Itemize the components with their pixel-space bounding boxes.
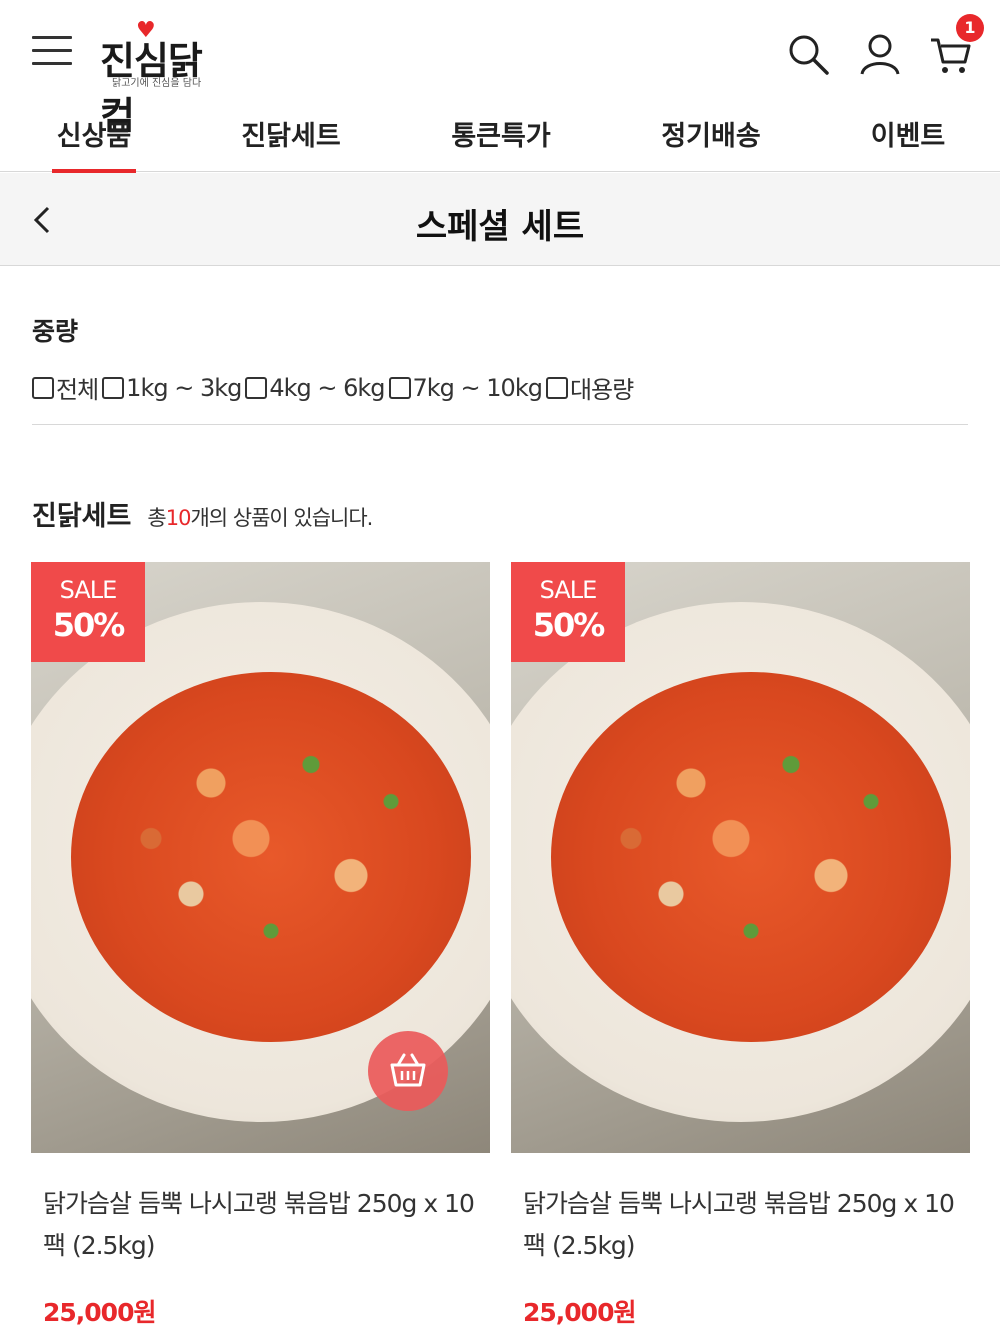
count-prefix: 총 — [147, 506, 166, 530]
filter-option-7-10kg[interactable]: 7kg ~ 10kg — [388, 373, 543, 402]
product-price: 25,000원 — [523, 1298, 636, 1327]
product-card[interactable]: SALE 50% 닭가슴살 듬뿍 나시고랭 볶음밥 250g x 10팩 (2.… — [31, 562, 490, 1329]
cart-count-badge: 1 — [956, 14, 984, 42]
tab-new-products[interactable]: 신상품 — [52, 114, 136, 173]
sale-badge: SALE 50% — [511, 562, 625, 662]
logo-tagline: 닭고기에 진심을 담다 — [112, 78, 202, 89]
product-name[interactable]: 닭가슴살 듬뿍 나시고랭 볶음밥 250g x 10팩 (2.5kg) — [31, 1183, 490, 1267]
cart-icon[interactable]: 1 — [928, 14, 984, 76]
category-nav: 신상품 진닭세트 통큰특가 정기배송 이벤트 — [0, 100, 1000, 173]
product-image[interactable]: SALE 50% — [31, 562, 490, 1153]
logo[interactable]: ♥ 진심닭컴 닭고기에 진심을 담다 — [100, 18, 230, 138]
sale-badge: SALE 50% — [31, 562, 145, 662]
product-image[interactable]: SALE 50% — [511, 562, 970, 1153]
product-name[interactable]: 닭가슴살 듬뿍 나시고랭 볶음밥 250g x 10팩 (2.5kg) — [511, 1183, 970, 1267]
product-count-text: 총10개의 상품이 있습니다. — [147, 502, 373, 532]
weight-filter-title: 중량 — [32, 317, 79, 346]
tab-event[interactable]: 이벤트 — [864, 114, 952, 172]
search-icon[interactable] — [786, 32, 830, 76]
filter-option-label: 4kg ~ 6kg — [269, 373, 385, 402]
tab-big-deal[interactable]: 통큰특가 — [446, 114, 556, 172]
sale-percent: 50% — [532, 606, 606, 644]
page-title: 스페셜 세트 — [415, 207, 585, 247]
checkbox[interactable] — [545, 376, 568, 399]
checkbox[interactable] — [388, 376, 411, 399]
filter-option-label: 1kg ~ 3kg — [126, 373, 242, 402]
filter-option-label: 대용량 — [569, 376, 634, 404]
filter-option-4-6kg[interactable]: 4kg ~ 6kg — [245, 373, 386, 402]
sale-percent: 50% — [52, 606, 126, 644]
count-suffix: 개의 상품이 있습니다. — [190, 506, 373, 530]
section-header: 진닭세트 총10개의 상품이 있습니다. — [32, 494, 373, 533]
tab-jindak-set[interactable]: 진닭세트 — [236, 114, 346, 172]
product-card[interactable]: SALE 50% 닭가슴살 듬뿍 나시고랭 볶음밥 250g x 10팩 (2.… — [511, 562, 970, 1329]
count-number: 10 — [165, 506, 192, 530]
filter-option-label: 7kg ~ 10kg — [412, 373, 543, 402]
filter-option-all[interactable]: 전체 — [32, 370, 99, 405]
filter-option-bulk[interactable]: 대용량 — [545, 370, 634, 405]
page-title-bar: 스페셜 세트 — [0, 173, 1000, 266]
sale-label: SALE — [59, 576, 118, 604]
filter-option-label: 전체 — [56, 376, 99, 404]
checkbox[interactable] — [102, 376, 125, 399]
checkbox[interactable] — [245, 376, 268, 399]
filter-option-1-3kg[interactable]: 1kg ~ 3kg — [102, 373, 242, 402]
add-to-cart-basket-icon[interactable] — [368, 1031, 448, 1111]
section-title: 진닭세트 — [32, 501, 132, 532]
weight-filter-options: 전체 1kg ~ 3kg 4kg ~ 6kg 7kg ~ 10kg 대용량 — [32, 370, 637, 405]
checkbox[interactable] — [32, 376, 54, 399]
sale-label: SALE — [539, 576, 598, 604]
product-price: 25,000원 — [43, 1298, 156, 1327]
divider — [32, 424, 968, 425]
tab-subscription[interactable]: 정기배송 — [656, 114, 766, 172]
user-icon[interactable] — [858, 32, 902, 76]
hamburger-menu-icon[interactable] — [32, 36, 72, 68]
header: ♥ 진심닭컴 닭고기에 진심을 담다 1 — [0, 0, 1000, 138]
